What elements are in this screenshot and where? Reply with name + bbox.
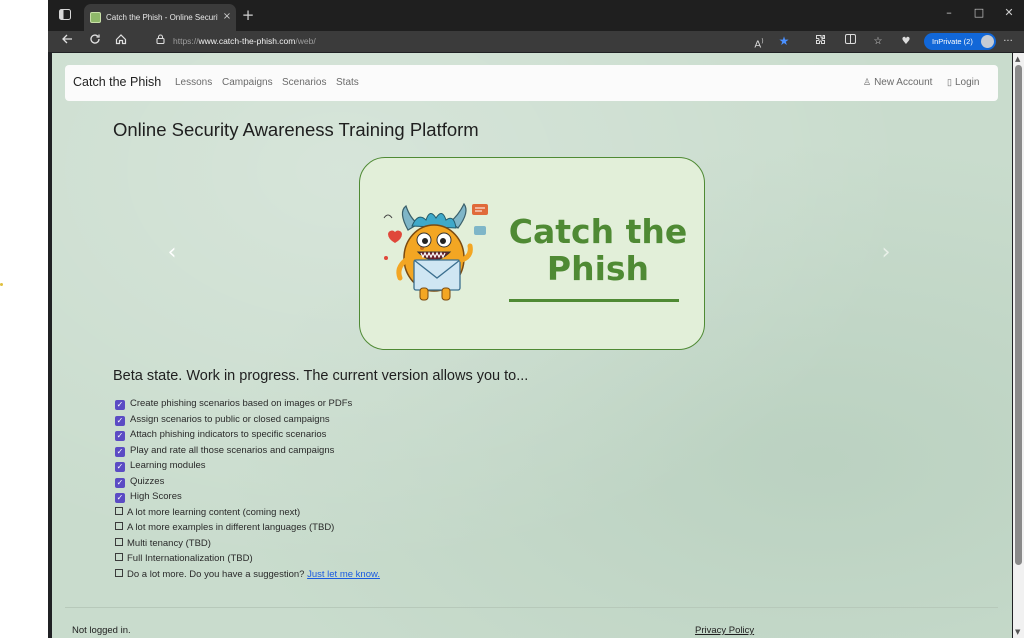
- address-bar-row: https://www.catch-the-phish.com/web/ A) …: [48, 31, 1024, 52]
- banner-title: Catch the Phish: [508, 212, 688, 288]
- checkbox-empty-icon: [115, 537, 123, 546]
- extensions-icon[interactable]: [812, 34, 828, 49]
- page-viewport: Catch the Phish Lessons Campaigns Scenar…: [52, 53, 1012, 638]
- nav-link-lessons[interactable]: Lessons: [175, 77, 212, 88]
- banner-underline: [509, 299, 679, 302]
- url-domain: www.catch-the-phish.com: [198, 36, 296, 46]
- list-item: ✓ Learning modules: [115, 458, 715, 474]
- home-icon[interactable]: [112, 33, 130, 50]
- list-item: ✓ High Scores: [115, 489, 715, 505]
- suggestion-link[interactable]: Just let me know.: [307, 569, 380, 580]
- new-tab-icon[interactable]: +: [238, 5, 258, 25]
- login-label: Login: [954, 77, 980, 88]
- checkbox-checked-icon: ✓: [115, 477, 125, 488]
- phish-monster-mascot-icon: [383, 202, 488, 301]
- checkbox-empty-icon: [115, 568, 123, 577]
- list-item: ✓ Create phishing scenarios based on imag…: [115, 396, 715, 412]
- feature-label: Create phishing scenarios based on image…: [130, 398, 353, 409]
- read-aloud-icon[interactable]: A): [751, 34, 767, 50]
- checkbox-empty-icon: [115, 553, 123, 561]
- list-item: ✓ Attach phishing indicators to specific …: [115, 427, 715, 443]
- feature-label: A lot more examples in different languag…: [127, 522, 335, 533]
- maximize-icon[interactable]: □: [964, 3, 994, 23]
- back-icon[interactable]: [58, 33, 76, 50]
- minimize-icon[interactable]: –: [934, 3, 964, 23]
- split-screen-icon[interactable]: [842, 34, 858, 49]
- list-item: Full Internationalization (TBD): [115, 551, 715, 567]
- list-item: Multi tenancy (TBD): [115, 536, 715, 552]
- list-item: ✓ Assign scenarios to public or closed ca…: [115, 412, 715, 428]
- tab-bar: Catch the Phish - Online Security × + – …: [48, 0, 1024, 31]
- beta-heading: Beta state. Work in progress. The curren…: [113, 368, 529, 384]
- avatar: [981, 35, 994, 48]
- scroll-up-icon[interactable]: ▲: [1015, 55, 1020, 63]
- lock-icon: [156, 34, 165, 50]
- checkbox-checked-icon: ✓: [115, 493, 125, 503]
- refresh-icon[interactable]: [86, 33, 104, 50]
- site-favicon-icon: [90, 12, 101, 23]
- feature-label: Learning modules: [130, 460, 206, 471]
- tab-catch-the-phish[interactable]: Catch the Phish - Online Security ×: [84, 4, 236, 31]
- login-door-icon: ▯: [947, 77, 952, 87]
- checkbox-checked-icon: ✓: [115, 446, 125, 457]
- url-prefix: https://: [173, 36, 199, 46]
- login-status: Not logged in.: [72, 625, 131, 636]
- url-path: /web/: [295, 36, 316, 46]
- user-icon: ♙: [863, 77, 872, 87]
- scroll-down-icon[interactable]: ▼: [1015, 628, 1020, 636]
- scroll-thumb[interactable]: [1015, 65, 1022, 565]
- feature-label: Multi tenancy (TBD): [127, 537, 211, 549]
- favorites-icon[interactable]: ☆: [870, 34, 886, 49]
- checkbox-empty-icon: [115, 506, 123, 515]
- feature-label: A lot more learning content (coming next…: [127, 506, 301, 518]
- checkbox-checked-icon: ✓: [115, 415, 125, 426]
- login-link[interactable]: ▯ Login: [947, 77, 979, 88]
- nav-link-scenarios[interactable]: Scenarios: [282, 77, 326, 88]
- hero-banner: Catch the Phish: [359, 157, 705, 350]
- list-item: ✓ Play and rate all those scenarios and c…: [115, 443, 715, 459]
- tab-title: Catch the Phish - Online Security: [106, 13, 218, 22]
- feature-label: Do a lot more. Do you have a suggestion?: [127, 568, 305, 580]
- page-title: Online Security Awareness Training Platf…: [113, 119, 479, 140]
- desktop-marker: [0, 283, 3, 286]
- checkbox-empty-icon: [115, 522, 123, 530]
- browser-window: Catch the Phish - Online Security × + – …: [48, 0, 1024, 638]
- list-item: A lot more examples in different languag…: [115, 520, 715, 536]
- screen: Catch the Phish - Online Security × + – …: [0, 0, 1024, 638]
- checkbox-checked-icon: ✓: [115, 462, 125, 472]
- nav-link-campaigns[interactable]: Campaigns: [222, 77, 273, 88]
- list-item: ✓ Quizzes: [115, 474, 715, 490]
- page-scrollbar[interactable]: ▲ ▼: [1013, 53, 1024, 638]
- feature-label: Assign scenarios to public or closed cam…: [130, 413, 330, 425]
- checkbox-checked-icon: ✓: [115, 400, 125, 410]
- footer-divider: [65, 607, 998, 608]
- tab-actions-icon[interactable]: [54, 6, 76, 26]
- inprivate-label: InPrivate (2): [932, 37, 973, 46]
- brand-link[interactable]: Catch the Phish: [73, 75, 161, 89]
- checkbox-checked-icon: ✓: [115, 431, 125, 441]
- list-item: A lot more learning content (coming next…: [115, 505, 715, 521]
- inprivate-button[interactable]: InPrivate (2): [924, 33, 996, 50]
- favorite-star-icon[interactable]: ★: [776, 34, 792, 49]
- more-icon[interactable]: ···: [1000, 34, 1016, 49]
- site-navbar: Catch the Phish Lessons Campaigns Scenar…: [65, 65, 998, 101]
- feature-label: Full Internationalization (TBD): [127, 553, 253, 564]
- carousel-next-icon[interactable]: ›: [876, 238, 896, 268]
- privacy-policy-link[interactable]: Privacy Policy: [695, 625, 754, 636]
- url-text: https://www.catch-the-phish.com/web/: [173, 34, 316, 49]
- address-field[interactable]: https://www.catch-the-phish.com/web/: [142, 32, 792, 51]
- nav-link-stats[interactable]: Stats: [336, 77, 359, 88]
- new-account-label: New Account: [874, 77, 933, 88]
- list-item: Do a lot more. Do you have a suggestion?…: [115, 567, 715, 583]
- feature-label: Attach phishing indicators to specific s…: [130, 429, 327, 440]
- feature-label: High Scores: [130, 491, 182, 502]
- close-window-icon[interactable]: ✕: [994, 3, 1024, 23]
- tab-close-icon[interactable]: ×: [220, 10, 234, 24]
- new-account-link[interactable]: ♙ New Account: [863, 77, 932, 88]
- browser-essentials-icon[interactable]: ♥: [898, 34, 914, 49]
- feature-label: Quizzes: [130, 475, 165, 487]
- feature-list: ✓ Create phishing scenarios based on imag…: [115, 396, 715, 582]
- carousel-prev-icon[interactable]: ‹: [162, 238, 182, 268]
- feature-label: Play and rate all those scenarios and ca…: [130, 444, 335, 456]
